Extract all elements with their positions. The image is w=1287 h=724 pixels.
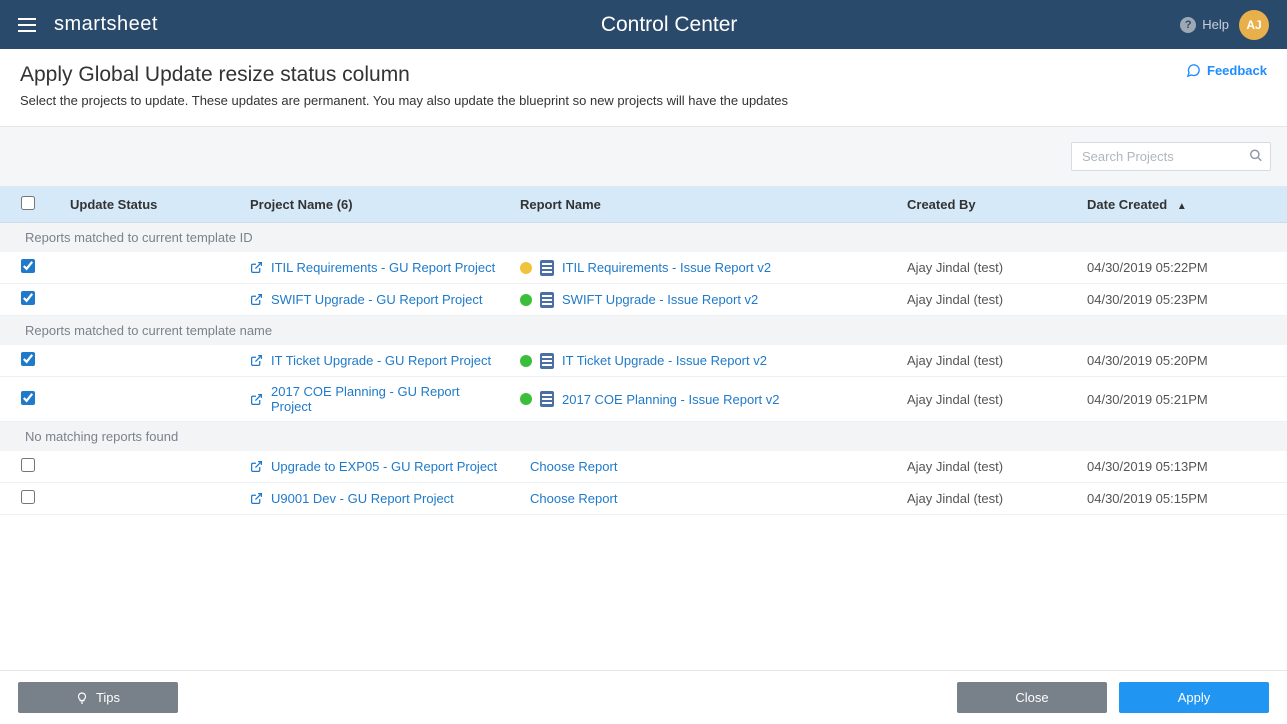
table-row: ITIL Requirements - GU Report Project IT… [0, 252, 1287, 284]
search-strip [0, 127, 1287, 187]
group-header: No matching reports found [0, 422, 1287, 452]
page-subtitle: Select the projects to update. These upd… [20, 93, 788, 108]
close-button[interactable]: Close [957, 682, 1107, 713]
header-project-name[interactable]: Project Name (6) [240, 187, 510, 223]
header-update-status[interactable]: Update Status [55, 187, 240, 223]
search-box [1071, 142, 1271, 171]
open-project-icon[interactable] [250, 261, 263, 274]
status-dot-icon [520, 393, 532, 405]
created-by: Ajay Jindal (test) [897, 345, 1077, 377]
report-link[interactable]: 2017 COE Planning - Issue Report v2 [562, 392, 780, 407]
sort-caret-icon: ▲ [1177, 201, 1187, 212]
menu-icon[interactable] [18, 18, 36, 32]
choose-report-link[interactable]: Choose Report [520, 459, 617, 474]
avatar[interactable]: AJ [1239, 10, 1269, 40]
open-project-icon[interactable] [250, 460, 263, 473]
sheet-icon [540, 292, 554, 308]
table-row: IT Ticket Upgrade - GU Report Project IT… [0, 345, 1287, 377]
date-created: 04/30/2019 05:22PM [1077, 252, 1287, 284]
page-title: Apply Global Update resize status column [20, 63, 788, 87]
table-row: 2017 COE Planning - GU Report Project 20… [0, 377, 1287, 422]
tips-label: Tips [96, 690, 120, 705]
created-by: Ajay Jindal (test) [897, 252, 1077, 284]
group-label: Reports matched to current template ID [0, 223, 1287, 253]
project-link[interactable]: 2017 COE Planning - GU Report Project [271, 384, 500, 414]
date-created: 04/30/2019 05:21PM [1077, 377, 1287, 422]
date-created: 04/30/2019 05:23PM [1077, 284, 1287, 316]
report-link[interactable]: SWIFT Upgrade - Issue Report v2 [562, 292, 758, 307]
help-icon: ? [1180, 17, 1196, 33]
open-project-icon[interactable] [250, 492, 263, 505]
status-dot-icon [520, 294, 532, 306]
open-project-icon[interactable] [250, 393, 263, 406]
sheet-icon [540, 260, 554, 276]
project-link[interactable]: IT Ticket Upgrade - GU Report Project [271, 353, 491, 368]
created-by: Ajay Jindal (test) [897, 483, 1077, 515]
report-link[interactable]: ITIL Requirements - Issue Report v2 [562, 260, 771, 275]
open-project-icon[interactable] [250, 354, 263, 367]
projects-table: Update Status Project Name (6) Report Na… [0, 187, 1287, 515]
table-row: U9001 Dev - GU Report Project Choose Rep… [0, 483, 1287, 515]
page-header: Apply Global Update resize status column… [0, 49, 1287, 127]
header-created-by[interactable]: Created By [897, 187, 1077, 223]
search-input[interactable] [1071, 142, 1271, 171]
tips-button[interactable]: Tips [18, 682, 178, 713]
row-checkbox[interactable] [21, 352, 35, 366]
header-date-created[interactable]: Date Created ▲ [1077, 187, 1287, 223]
row-checkbox[interactable] [21, 259, 35, 273]
apply-button[interactable]: Apply [1119, 682, 1269, 713]
group-label: Reports matched to current template name [0, 316, 1287, 346]
header-report-name[interactable]: Report Name [510, 187, 897, 223]
row-checkbox[interactable] [21, 291, 35, 305]
chat-icon [1186, 63, 1201, 78]
created-by: Ajay Jindal (test) [897, 284, 1077, 316]
header-checkbox-col [0, 187, 55, 223]
sheet-icon [540, 391, 554, 407]
select-all-checkbox[interactable] [21, 196, 35, 210]
project-link[interactable]: ITIL Requirements - GU Report Project [271, 260, 495, 275]
footer-bar: Tips Close Apply [0, 670, 1287, 724]
project-link[interactable]: U9001 Dev - GU Report Project [271, 491, 454, 506]
open-project-icon[interactable] [250, 293, 263, 306]
group-header: Reports matched to current template ID [0, 223, 1287, 253]
group-label: No matching reports found [0, 422, 1287, 452]
row-checkbox[interactable] [21, 490, 35, 504]
brand-logo[interactable]: smartsheet [54, 13, 158, 36]
project-link[interactable]: Upgrade to EXP05 - GU Report Project [271, 459, 497, 474]
row-checkbox[interactable] [21, 391, 35, 405]
status-dot-icon [520, 355, 532, 367]
date-created: 04/30/2019 05:20PM [1077, 345, 1287, 377]
report-link[interactable]: IT Ticket Upgrade - Issue Report v2 [562, 353, 767, 368]
feedback-link[interactable]: Feedback [1186, 63, 1267, 78]
header-date-created-label: Date Created [1087, 197, 1167, 212]
app-title: Control Center [158, 13, 1180, 37]
date-created: 04/30/2019 05:15PM [1077, 483, 1287, 515]
top-nav: smartsheet Control Center ? Help AJ [0, 0, 1287, 49]
choose-report-link[interactable]: Choose Report [520, 491, 617, 506]
table-row: SWIFT Upgrade - GU Report Project SWIFT … [0, 284, 1287, 316]
help-link[interactable]: ? Help [1180, 17, 1229, 33]
help-label: Help [1202, 17, 1229, 32]
group-header: Reports matched to current template name [0, 316, 1287, 346]
projects-table-wrap: Update Status Project Name (6) Report Na… [0, 187, 1287, 670]
search-icon[interactable] [1249, 148, 1263, 165]
status-dot-icon [520, 262, 532, 274]
row-checkbox[interactable] [21, 458, 35, 472]
lightbulb-icon [76, 691, 88, 705]
feedback-label: Feedback [1207, 63, 1267, 78]
created-by: Ajay Jindal (test) [897, 451, 1077, 483]
table-row: Upgrade to EXP05 - GU Report Project Cho… [0, 451, 1287, 483]
project-link[interactable]: SWIFT Upgrade - GU Report Project [271, 292, 482, 307]
date-created: 04/30/2019 05:13PM [1077, 451, 1287, 483]
sheet-icon [540, 353, 554, 369]
created-by: Ajay Jindal (test) [897, 377, 1077, 422]
